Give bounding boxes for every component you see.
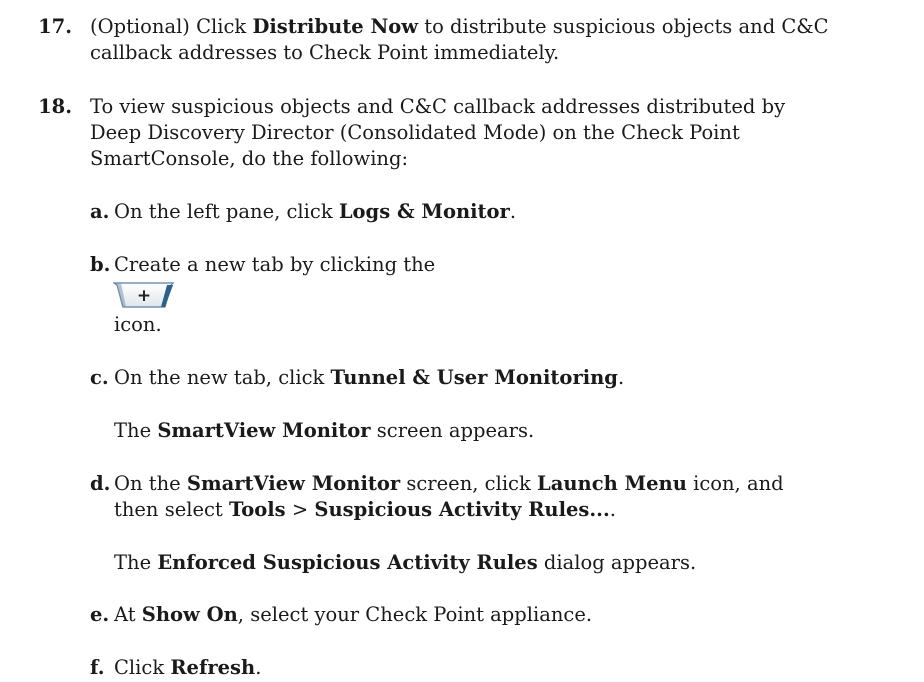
plus-glyph: + [137, 286, 151, 306]
text: icon, and [686, 472, 784, 495]
substep-c-result: The SmartView Monitor screen appears. [114, 418, 534, 444]
step-number: 17. [38, 15, 72, 38]
text: then select [114, 498, 229, 521]
text: to distribute suspicious objects and C&C [418, 15, 829, 38]
substep-letter: b. [90, 253, 111, 276]
substep-d-line-2: then select Tools > Suspicious Activity … [114, 497, 616, 523]
text: The [114, 551, 158, 574]
text: On the [114, 472, 187, 495]
substep-letter: a. [90, 200, 110, 223]
substep-b-text-2: icon. [114, 313, 162, 336]
text: (Optional) Click [90, 15, 253, 38]
substep-e-text: At Show On, select your Check Point appl… [114, 602, 592, 628]
ui-term: Distribute Now [252, 15, 419, 38]
step-18-line-2: Deep Discovery Director (Consolidated Mo… [90, 121, 740, 144]
substep-b-text: Create a new tab by clicking the [114, 253, 436, 276]
step-number: 18. [38, 95, 72, 118]
ui-term: Logs & Monitor [338, 200, 510, 223]
ui-term: SmartView Monitor [186, 472, 401, 495]
substep-letter: d. [90, 472, 111, 495]
substep-d-result: The Enforced Suspicious Activity Rules d… [114, 550, 696, 576]
substep-f-text: Click Refresh. [114, 655, 261, 681]
step-18-line-3: SmartConsole, do the following: [90, 147, 409, 170]
substep-letter: c. [90, 366, 109, 389]
text: . [509, 200, 517, 223]
text: . [255, 656, 262, 679]
text: . [617, 366, 625, 389]
substep-letter: e. [90, 603, 110, 626]
ui-term: Refresh [170, 656, 256, 679]
text: > [285, 498, 315, 521]
new-tab-plus-icon: + [112, 282, 177, 308]
text: screen appears. [370, 419, 535, 442]
ui-term: SmartView Monitor [157, 419, 371, 442]
ui-term: Enforced Suspicious Activity Rules [157, 551, 538, 574]
ui-term: Launch Menu [537, 472, 687, 495]
text: On the new tab, click [114, 366, 331, 389]
text: At [114, 603, 142, 626]
text: . [609, 498, 616, 521]
ui-term: Tools [228, 498, 286, 521]
text: dialog appears. [537, 551, 697, 574]
text: Click [114, 656, 171, 679]
step-17-line-1: (Optional) Click Distribute Now to distr… [90, 14, 924, 40]
substep-a-text: On the left pane, click Logs & Monitor. [114, 199, 516, 225]
substep-d-line-1: On the SmartView Monitor screen, click L… [114, 471, 784, 497]
step-17-line-2: callback addresses to Check Point immedi… [90, 41, 560, 64]
step-18-line-1: To view suspicious objects and C&C callb… [90, 95, 786, 118]
text: On the left pane, click [114, 200, 339, 223]
substep-c-text: On the new tab, click Tunnel & User Moni… [114, 365, 624, 391]
ui-term: Tunnel & User Monitoring [330, 366, 618, 389]
ui-term: Suspicious Activity Rules... [314, 498, 610, 521]
text: screen, click [400, 472, 537, 495]
ui-term: Show On [141, 603, 238, 626]
text: , select your Check Point appliance. [237, 603, 593, 626]
substep-letter: f. [90, 656, 105, 679]
text: The [114, 419, 158, 442]
